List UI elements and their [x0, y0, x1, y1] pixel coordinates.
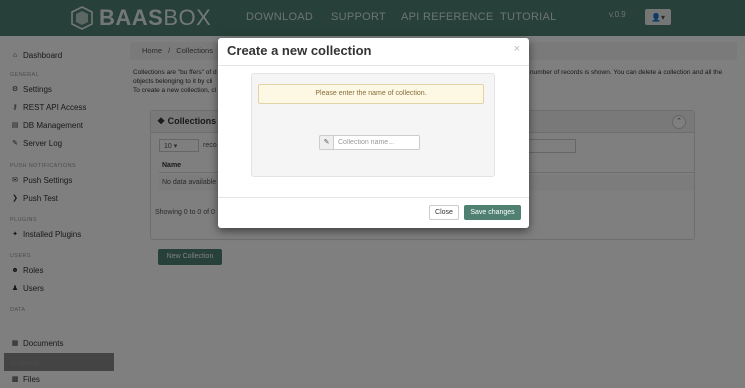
warning-alert: Please enter the name of collection.	[258, 84, 484, 104]
modal-body-well: Please enter the name of collection. ✎	[251, 73, 495, 177]
create-collection-modal: Create a new collection × Please enter t…	[218, 38, 529, 228]
modal-close-x-button[interactable]: ×	[514, 43, 520, 55]
close-button[interactable]: Close	[429, 205, 459, 220]
save-changes-button[interactable]: Save changes	[464, 205, 521, 220]
edit-icon: ✎	[319, 135, 334, 150]
modal-footer-divider	[218, 197, 529, 198]
collection-name-input-group: ✎	[319, 135, 420, 150]
modal-title: Create a new collection	[227, 43, 372, 58]
collection-name-input[interactable]	[334, 135, 420, 150]
modal-header-divider	[218, 65, 529, 66]
